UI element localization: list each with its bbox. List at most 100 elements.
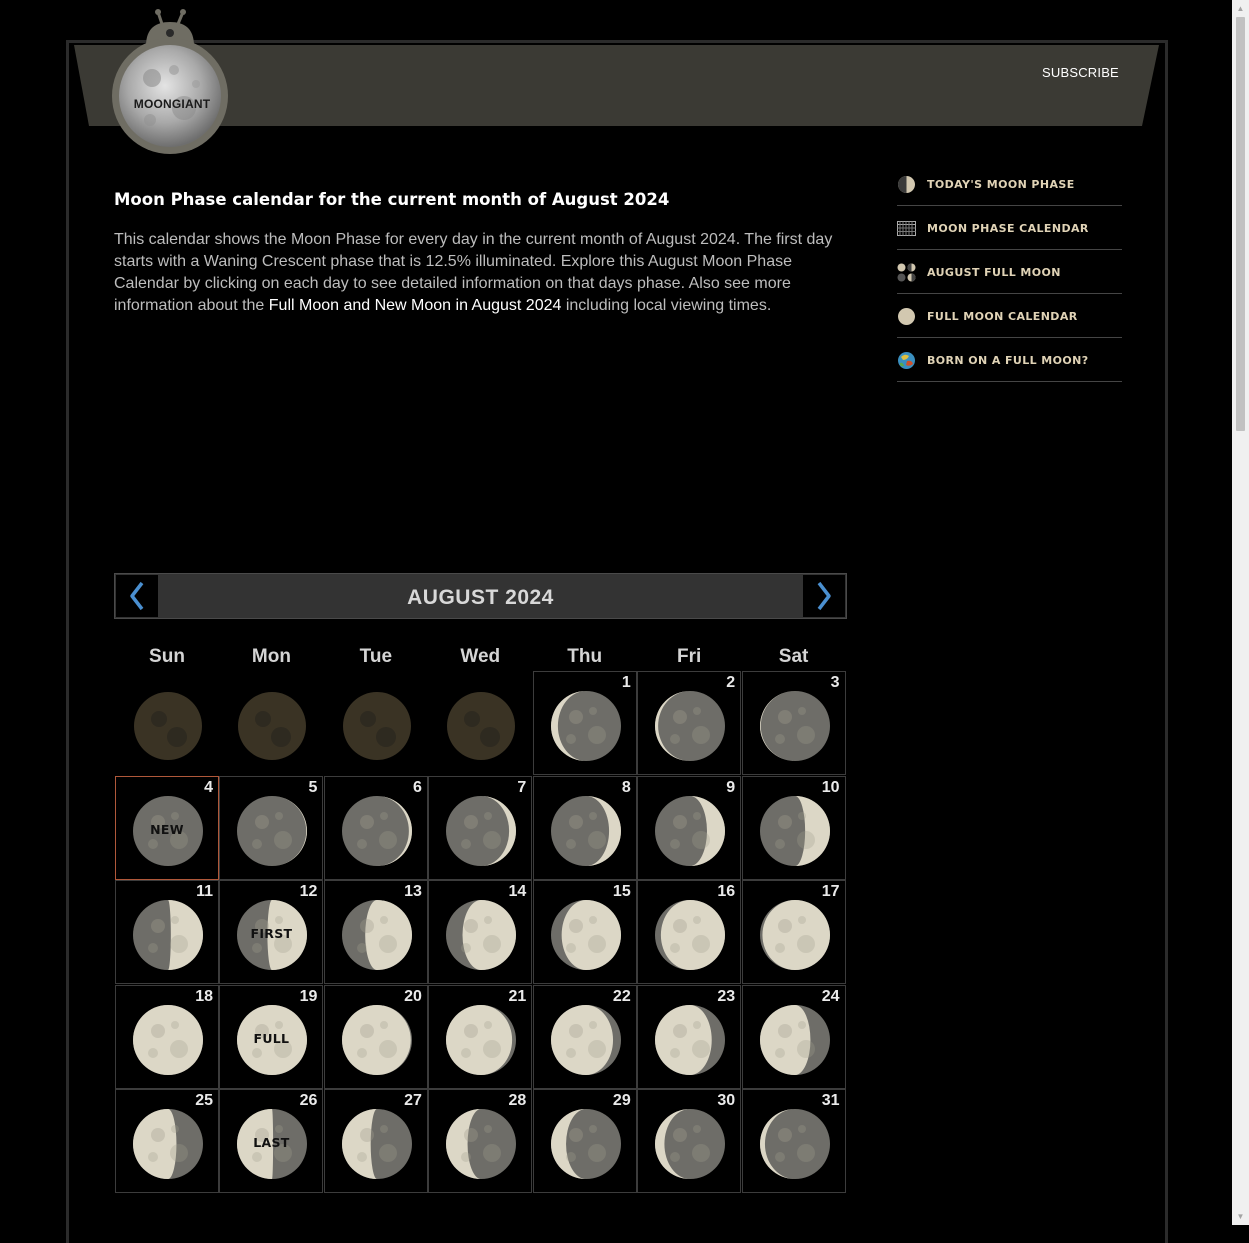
sidebar-item-born-on-a-full-moon[interactable]: BORN ON A FULL MOON? [897, 338, 1122, 382]
moon-phase-icon [655, 1004, 726, 1075]
calendar-day-cell[interactable]: 2 [637, 671, 742, 775]
moon-phase-icon [133, 1004, 203, 1075]
weekday-header-wed: Wed [460, 646, 501, 667]
scroll-up-arrow-icon[interactable]: ▲ [1232, 0, 1249, 17]
calendar-day-cell[interactable]: 17 [741, 880, 846, 984]
moon-phase-icon [655, 900, 726, 970]
calendar-day-cell[interactable]: 31 [741, 1089, 846, 1193]
header-band [74, 45, 1159, 126]
day-number: 4 [204, 778, 213, 796]
next-month-button[interactable] [803, 575, 845, 617]
empty-moon-icon [134, 692, 202, 760]
day-number: 16 [717, 883, 736, 900]
moon-phase-icon [237, 795, 308, 866]
calendar-day-cell[interactable]: 29 [532, 1089, 637, 1193]
moon-phase-icon [759, 1109, 830, 1179]
weekday-header-sat: Sat [778, 646, 809, 667]
calendar-day-cell[interactable]: 20 [323, 984, 428, 1089]
calendar-day-cell[interactable]: 10 [741, 775, 846, 880]
calendar-day-cell[interactable]: 13 [323, 880, 428, 984]
moon-phase-icon [341, 795, 412, 866]
calendar-day-cell[interactable]: 11 [115, 880, 219, 984]
sidebar-item-label: BORN ON A FULL MOON? [927, 354, 1089, 367]
subscribe-link[interactable]: SUBSCRIBE [1042, 65, 1119, 80]
calendar-header: AUGUST 2024 [114, 573, 847, 619]
moon-phase-icon [446, 795, 517, 866]
calendar-day-cell[interactable]: 9 [637, 775, 742, 880]
moon-phase-icon [341, 1109, 412, 1179]
sidebar-nav: TODAY'S MOON PHASE MOON PHASE CALENDAR A… [897, 162, 1122, 382]
day-number: 13 [404, 883, 422, 900]
day-number: 24 [821, 987, 840, 1005]
calendar-day-cell[interactable]: 1 [532, 671, 637, 775]
full-new-moon-link[interactable]: Full Moon and New Moon in August 2024 [269, 297, 562, 314]
calendar-day-cell[interactable]: 8 [532, 775, 637, 880]
weekday-header-sun: Sun [149, 646, 185, 667]
calendar-day-cell[interactable]: 22 [532, 984, 637, 1089]
moon-phase-icon [550, 1109, 621, 1179]
moon-phase-icon [446, 1109, 517, 1179]
calendar-day-cell[interactable]: 16 [637, 880, 742, 984]
day-number: 19 [299, 987, 318, 1005]
scroll-down-arrow-icon[interactable]: ▼ [1232, 1208, 1249, 1225]
calendar-day-cell[interactable]: 30 [637, 1089, 742, 1193]
moon-phase-icon [759, 691, 830, 761]
calendar-day-cell[interactable]: 21 [428, 984, 533, 1089]
day-number: 14 [508, 883, 527, 900]
calendar-day-cell[interactable]: 19 FULL [219, 984, 324, 1089]
colorful-moon-icon [898, 352, 915, 369]
sidebar-item-full-moon-calendar[interactable]: FULL MOON CALENDAR [897, 294, 1122, 338]
sidebar-item-label: FULL MOON CALENDAR [927, 310, 1078, 323]
calendar-day-cell[interactable]: 7 [428, 775, 533, 880]
day-number: 30 [717, 1092, 736, 1109]
weekday-header-tue: Tue [359, 646, 393, 667]
moon-phase-icon [655, 795, 726, 866]
calendar-empty-cell [219, 671, 323, 775]
logo-text: MOONGIANT [133, 97, 211, 111]
calendar-day-cell[interactable]: 24 [741, 984, 846, 1089]
day-number: 20 [404, 987, 422, 1005]
calendar-day-cell[interactable]: 4 NEW [115, 775, 219, 880]
phase-label: LAST [253, 1135, 290, 1150]
calendar-empty-cell [115, 671, 219, 775]
intro-text-end: including local viewing times. [561, 297, 772, 314]
calendar-day-cell[interactable]: 23 [637, 984, 742, 1089]
phase-label: FULL [253, 1030, 290, 1046]
moongiant-logo[interactable]: MOONGIANT [112, 8, 232, 158]
sidebar-item-label: TODAY'S MOON PHASE [927, 178, 1075, 191]
calendar-day-cell[interactable]: 15 [532, 880, 637, 984]
calendar-day-cell[interactable]: 3 [741, 671, 846, 775]
calendar-day-cell[interactable]: 18 [115, 984, 219, 1089]
empty-moon-icon [238, 692, 307, 760]
weekday-header-mon: Mon [251, 646, 291, 667]
calendar-day-cell[interactable]: 6 [323, 775, 428, 880]
day-number: 28 [508, 1092, 527, 1109]
day-number: 18 [195, 987, 213, 1005]
day-number: 15 [612, 883, 631, 900]
calendar-day-cell[interactable]: 14 [428, 880, 533, 984]
sidebar-item-label: MOON PHASE CALENDAR [927, 222, 1089, 235]
calendar-day-cell[interactable]: 25 [115, 1089, 219, 1193]
day-number: 31 [821, 1092, 840, 1109]
sidebar-item-moon-phase-calendar[interactable]: MOON PHASE CALENDAR [897, 206, 1122, 250]
chevron-right-icon [817, 581, 831, 611]
calendar-day-cell[interactable]: 12 FIRST [219, 880, 324, 984]
scrollbar-thumb[interactable] [1236, 17, 1245, 431]
day-number: 5 [308, 778, 318, 796]
moon-phase-icon [655, 691, 726, 761]
sidebar-item-todays-moon-phase[interactable]: TODAY'S MOON PHASE [897, 162, 1122, 206]
empty-moon-icon [342, 692, 411, 760]
day-number: 12 [299, 883, 318, 900]
phase-label: NEW [150, 821, 184, 837]
day-number: 2 [726, 674, 736, 691]
moon-phase-icon [550, 795, 621, 866]
calendar-day-cell[interactable]: 26 LAST [219, 1089, 324, 1193]
page-scrollbar[interactable]: ▲ ▼ [1232, 0, 1249, 1225]
calendar-day-cell[interactable]: 5 [219, 775, 324, 880]
moon-phase-icon [550, 1004, 621, 1075]
calendar-day-cell[interactable]: 28 [428, 1089, 533, 1193]
day-number: 6 [412, 778, 422, 796]
sidebar-item-label: AUGUST FULL MOON [927, 266, 1061, 279]
calendar-day-cell[interactable]: 27 [323, 1089, 428, 1193]
sidebar-item-august-full-moon[interactable]: AUGUST FULL MOON [897, 250, 1122, 294]
